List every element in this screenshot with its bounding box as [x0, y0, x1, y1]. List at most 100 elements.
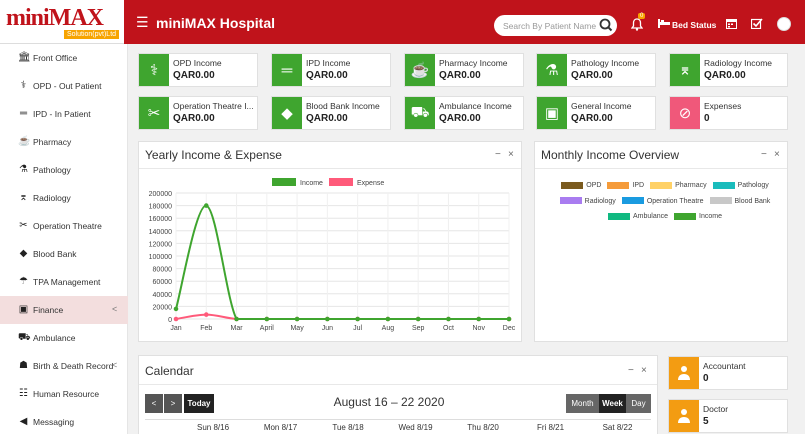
card-value: QAR0.00 — [306, 70, 348, 81]
scissors-icon: ✂ — [139, 97, 169, 129]
staff-card-doctor[interactable]: Doctor 5 — [668, 399, 788, 433]
today-button[interactable]: Today — [184, 394, 214, 413]
minimize-button[interactable]: − — [495, 149, 501, 160]
bullhorn-icon: ◀ — [19, 416, 28, 427]
staff-card-accountant[interactable]: Accountant 0 — [668, 356, 788, 390]
close-button[interactable]: × — [774, 149, 780, 160]
card-value: QAR0.00 — [173, 113, 215, 124]
prev-week-button[interactable]: < — [145, 394, 163, 413]
x-tick-label: May — [290, 325, 304, 332]
x-tick-label: Jan — [170, 325, 181, 332]
income-card[interactable]: ⚗ Pathology Income QAR0.00 — [536, 53, 656, 87]
front-office-icon: 🏛 — [18, 52, 31, 63]
monthly-income-panel: Monthly Income Overview − × OPD IPD Pharma… — [534, 141, 788, 342]
y-tick-label: 60000 — [153, 279, 173, 286]
minimize-button[interactable]: − — [761, 149, 767, 160]
bed-icon: ═ — [272, 54, 302, 86]
sidebar-item-front-office[interactable]: 🏛 Front Office — [0, 44, 128, 72]
sidebar-item-blood-bank[interactable]: ◆ Blood Bank — [0, 240, 128, 268]
calendar-day-header: Thu 8/20 — [467, 423, 499, 432]
search-icon[interactable] — [598, 17, 614, 33]
sidebar-item-radiology[interactable]: ⌆ Radiology — [0, 184, 128, 212]
data-point-expense — [173, 316, 179, 322]
logo-text: miniMAX — [6, 5, 104, 31]
day-view-button[interactable]: Day — [626, 394, 651, 413]
y-tick-label: 200000 — [149, 191, 172, 198]
legend-swatch — [621, 197, 644, 205]
bed-status-link[interactable]: Bed Status — [657, 20, 716, 30]
sidebar-item-opd-out-patient[interactable]: ⚕ OPD - Out Patient — [0, 72, 128, 100]
x-tick-label: Sep — [412, 325, 425, 332]
card-value: QAR0.00 — [704, 70, 746, 81]
mortar-pestle-icon: ☕ — [405, 54, 435, 86]
bell-icon[interactable] — [631, 18, 643, 31]
chevron-left-icon: < — [112, 304, 118, 314]
income-card[interactable]: ⚕ OPD Income QAR0.00 — [138, 53, 258, 87]
income-card[interactable]: ▣ General Income QAR0.00 — [536, 96, 656, 130]
logo[interactable]: miniMAX Solution(pvt)Ltd — [0, 0, 124, 44]
legend-item[interactable]: Pharmacy — [644, 181, 707, 189]
microscope-icon: ⌆ — [670, 54, 700, 86]
sidebar-item-birth-death-record[interactable]: ☗ Birth & Death Record < — [0, 352, 128, 380]
data-point-income — [325, 316, 330, 322]
microscope-icon: ⌆ — [19, 192, 28, 203]
income-card[interactable]: ☕ Pharmacy Income QAR0.00 — [404, 53, 524, 87]
month-view-button[interactable]: Month — [566, 394, 599, 413]
legend-swatch — [272, 178, 296, 186]
income-card[interactable]: ◆ Blood Bank Income QAR0.00 — [271, 96, 391, 130]
legend-item[interactable]: Blood Bank — [704, 197, 771, 205]
hamburger-menu-icon[interactable]: ☰ — [136, 14, 149, 31]
card-label: Radiology Income — [704, 58, 773, 68]
sidebar-item-ipd-in-patient[interactable]: ═ IPD - In Patient — [0, 100, 128, 128]
sidebar-item-ambulance[interactable]: ⛟ Ambulance — [0, 324, 128, 352]
calendar-day-header: Sun 8/16 — [196, 423, 230, 432]
sidebar-item-operation-theatre[interactable]: ✂ Operation Theatre — [0, 212, 128, 240]
legend-item[interactable]: OPD — [555, 181, 601, 189]
sidebar-item-pathology[interactable]: ⚗ Pathology — [0, 156, 128, 184]
x-tick-label: Aug — [382, 325, 395, 332]
close-button[interactable]: × — [641, 365, 647, 376]
stethoscope-icon: ⚕ — [20, 80, 27, 91]
sidebar-item-human-resource[interactable]: ☷ Human Resource — [0, 380, 128, 408]
data-point-income — [203, 203, 209, 208]
sidebar-item-pharmacy[interactable]: ☕ Pharmacy — [0, 128, 128, 156]
data-point-income — [264, 316, 270, 322]
legend-item[interactable]: Pathology — [707, 181, 769, 189]
income-card[interactable]: ✂ Operation Theatre I... QAR0.00 — [138, 96, 258, 130]
legend-item[interactable]: Operation Theatre — [616, 197, 704, 205]
legend-label: Blood Bank — [734, 197, 771, 205]
calendar-icon[interactable] — [726, 18, 737, 29]
income-card[interactable]: ═ IPD Income QAR0.00 — [271, 53, 391, 87]
legend-item[interactable]: Income — [668, 212, 722, 220]
legend-item[interactable]: Radiology — [554, 197, 616, 205]
calendar-panel: Calendar − × < > Today August 16 – 22 20… — [138, 355, 658, 434]
minimize-button[interactable]: − — [628, 365, 634, 376]
sidebar-item-finance[interactable]: ▣ Finance < — [0, 296, 128, 324]
sidebar-item-label: Operation Theatre — [33, 221, 102, 231]
legend-label: Income — [300, 180, 323, 187]
sidebar-item-messaging[interactable]: ◀ Messaging — [0, 408, 128, 434]
close-button[interactable]: × — [508, 149, 514, 160]
income-card[interactable]: ⊘ Expenses 0 — [669, 96, 788, 130]
legend-swatch — [709, 197, 732, 205]
yearly-income-panel: Yearly Income & Expense − × 0 20000 40000 6… — [138, 141, 522, 342]
checkbox-task-icon[interactable] — [751, 18, 763, 29]
umbrella-icon: ☂ — [19, 276, 28, 287]
legend-label: Ambulance — [633, 213, 669, 220]
birthday-icon: ☗ — [19, 360, 28, 371]
legend-swatch — [561, 181, 584, 189]
chevron-left-icon: < — [112, 360, 118, 370]
next-week-button[interactable]: > — [164, 394, 182, 413]
week-view-button[interactable]: Week — [599, 394, 626, 413]
user-avatar[interactable] — [777, 17, 791, 31]
legend-item[interactable]: Ambulance — [602, 212, 669, 220]
sidebar-item-label: Messaging — [33, 417, 75, 427]
income-card[interactable]: ⌆ Radiology Income QAR0.00 — [669, 53, 788, 87]
divider — [139, 384, 657, 385]
y-tick-label: 40000 — [153, 292, 173, 299]
legend-item[interactable]: IPD — [601, 181, 644, 189]
user-icon — [669, 400, 699, 432]
ambulance-icon: ⛟ — [18, 332, 31, 343]
income-card[interactable]: ⛟ Ambulance Income QAR0.00 — [404, 96, 524, 130]
sidebar-item-tpa-management[interactable]: ☂ TPA Management — [0, 268, 128, 296]
